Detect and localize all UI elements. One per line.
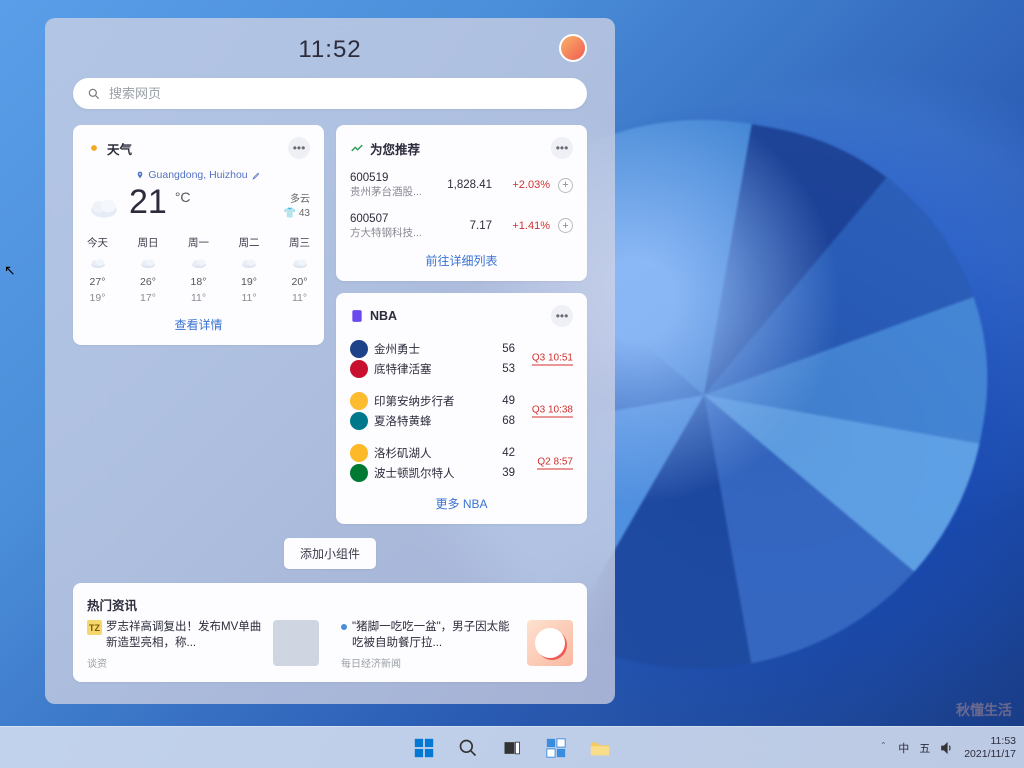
cloud-icon: [240, 256, 258, 270]
team-logo-icon: [350, 412, 368, 430]
weather-aqi: 👕 43: [284, 207, 310, 221]
file-explorer-button[interactable]: [580, 728, 620, 768]
widgets-panel: 11:52 天气 ••• Guangdong, Huizhou: [45, 18, 615, 704]
news-thumbnail: [527, 620, 573, 666]
news-bullet-icon: [341, 624, 347, 630]
stocks-title: 为您推荐: [370, 139, 420, 158]
tray-chevron-icon[interactable]: ＾: [878, 740, 888, 755]
forecast-day[interactable]: 周日 26°17°: [138, 235, 159, 304]
news-widget[interactable]: 热门资讯 TZ罗志祥高调复出！发布MV单曲新造型亮相，称... 谈资 "猪脚一吃…: [73, 583, 587, 682]
cloud-icon: [139, 256, 157, 270]
forecast-row: 今天 27°19° 周日 26°17° 周一 18°11° 周二 19°11° …: [87, 231, 310, 310]
nba-title: NBA: [370, 309, 397, 323]
ime-indicator-1[interactable]: 中: [898, 740, 909, 756]
weather-widget[interactable]: 天气 ••• Guangdong, Huizhou 21 °C 多云 👕 43: [73, 125, 324, 345]
news-title: 热门资讯: [87, 595, 137, 614]
search-icon: [87, 87, 101, 101]
game-status: Q2 8:57: [537, 457, 573, 470]
forecast-day[interactable]: 今天 27°19°: [87, 235, 108, 304]
panel-header: 11:52: [73, 30, 587, 78]
nba-games: 金州勇士56 底特律活塞53 Q3 10:51 印第安纳步行者49 夏洛特黄蜂6…: [350, 333, 573, 489]
current-temperature: 21: [129, 185, 167, 219]
weather-title: 天气: [107, 139, 132, 158]
team-logo-icon: [350, 392, 368, 410]
weather-condition: 多云: [290, 193, 310, 207]
watermark: 秋懂生活: [956, 700, 1012, 720]
task-view-button[interactable]: [492, 728, 532, 768]
cloud-icon: [291, 256, 309, 270]
nba-team-row[interactable]: 金州勇士56: [350, 339, 515, 359]
nba-more-button[interactable]: •••: [551, 305, 573, 327]
cloud-icon: [89, 256, 107, 270]
cloud-icon: [87, 193, 121, 221]
stocks-list: 600519贵州茅台酒股... 1,828.41 +2.03% + 600507…: [350, 165, 573, 246]
temperature-unit: °C: [175, 189, 191, 205]
game-status: Q3 10:38: [532, 405, 573, 418]
weather-sun-icon: [87, 141, 101, 155]
add-stock-button[interactable]: +: [558, 218, 573, 233]
team-logo-icon: [350, 464, 368, 482]
stocks-more-button[interactable]: •••: [551, 137, 573, 159]
game-status: Q3 10:51: [532, 353, 573, 366]
nba-team-row[interactable]: 夏洛特黄蜂68: [350, 411, 515, 431]
search-bar[interactable]: [73, 78, 587, 109]
stocks-widget[interactable]: 为您推荐 ••• 600519贵州茅台酒股... 1,828.41 +2.03%…: [336, 125, 587, 281]
nba-icon: [350, 309, 364, 323]
cloud-icon: [190, 256, 208, 270]
nba-game[interactable]: 金州勇士56 底特律活塞53 Q3 10:51: [350, 333, 573, 385]
volume-icon[interactable]: [940, 741, 954, 755]
team-logo-icon: [350, 444, 368, 462]
news-badge-icon: TZ: [87, 620, 102, 635]
user-avatar[interactable]: [559, 34, 587, 62]
stocks-icon: [350, 141, 364, 155]
nba-team-row[interactable]: 波士顿凯尔特人39: [350, 463, 515, 483]
taskbar-center: [404, 728, 620, 768]
forecast-day[interactable]: 周一 18°11°: [188, 235, 209, 304]
nba-game[interactable]: 印第安纳步行者49 夏洛特黄蜂68 Q3 10:38: [350, 385, 573, 437]
nba-more-link[interactable]: 更多 NBA: [350, 489, 573, 512]
news-item[interactable]: TZ罗志祥高调复出！发布MV单曲新造型亮相，称... 谈资: [87, 620, 319, 670]
nba-team-row[interactable]: 印第安纳步行者49: [350, 391, 515, 411]
nba-team-row[interactable]: 底特律活塞53: [350, 359, 515, 379]
taskbar-search-button[interactable]: [448, 728, 488, 768]
start-button[interactable]: [404, 728, 444, 768]
panel-clock: 11:52: [298, 36, 361, 64]
edit-location-icon[interactable]: [252, 171, 261, 180]
news-item[interactable]: "猪脚一吃吃一盆"，男子因太能吃被自助餐厅拉... 每日经济新闻: [341, 620, 573, 670]
nba-widget[interactable]: NBA ••• 金州勇士56 底特律活塞53 Q3 10:51 印第安纳步行者4…: [336, 293, 587, 524]
add-stock-button[interactable]: +: [558, 178, 573, 193]
nba-game[interactable]: 洛杉矶湖人42 波士顿凯尔特人39 Q2 8:57: [350, 437, 573, 489]
mouse-cursor: ↖: [4, 262, 16, 279]
team-logo-icon: [350, 340, 368, 358]
taskbar: ＾ 中 五 11:53 2021/11/17: [0, 726, 1024, 768]
forecast-day[interactable]: 周二 19°11°: [239, 235, 260, 304]
ime-indicator-2[interactable]: 五: [919, 740, 930, 756]
forecast-day[interactable]: 周三 20°11°: [289, 235, 310, 304]
search-input[interactable]: [109, 86, 573, 101]
stocks-details-link[interactable]: 前往详细列表: [350, 246, 573, 269]
location-pin-icon: [136, 171, 144, 179]
system-tray: ＾ 中 五 11:53 2021/11/17: [878, 735, 1016, 759]
stock-row[interactable]: 600519贵州茅台酒股... 1,828.41 +2.03% +: [350, 165, 573, 206]
news-thumbnail: [273, 620, 319, 666]
team-logo-icon: [350, 360, 368, 378]
weather-location[interactable]: Guangdong, Huizhou: [87, 165, 310, 183]
add-widget-button[interactable]: 添加小组件: [284, 538, 376, 569]
stock-row[interactable]: 600507方大特钢科技... 7.17 +1.41% +: [350, 206, 573, 247]
nba-team-row[interactable]: 洛杉矶湖人42: [350, 443, 515, 463]
news-list: TZ罗志祥高调复出！发布MV单曲新造型亮相，称... 谈资 "猪脚一吃吃一盆"，…: [87, 620, 573, 670]
weather-more-button[interactable]: •••: [288, 137, 310, 159]
tray-clock[interactable]: 11:53 2021/11/17: [964, 735, 1016, 759]
widgets-button[interactable]: [536, 728, 576, 768]
weather-details-link[interactable]: 查看详情: [87, 310, 310, 333]
